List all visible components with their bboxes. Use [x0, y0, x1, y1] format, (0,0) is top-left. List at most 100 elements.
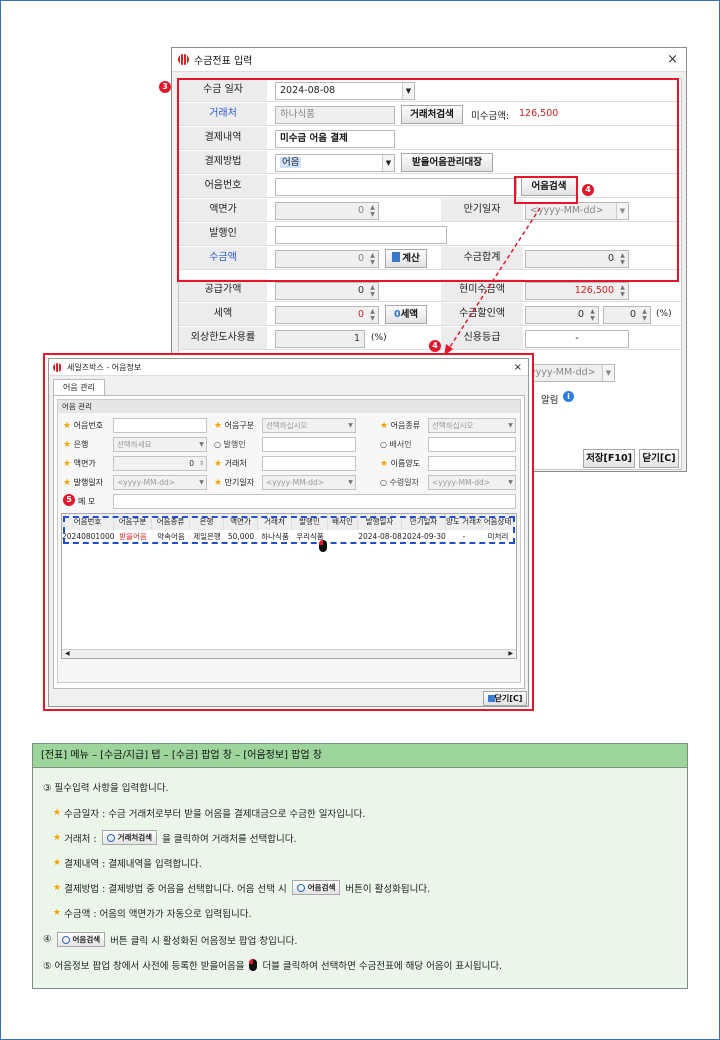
search-icon	[61, 935, 70, 944]
bill-search-btn-text-2: 어음검색	[72, 935, 101, 944]
spinner-icon[interactable]: ▲ ▼	[588, 308, 597, 322]
bill-type-select[interactable]: 선택하십시오 ▼	[262, 418, 356, 433]
close-button[interactable]: 닫기[C]	[639, 449, 679, 468]
bill-grid: 어음번호 어음구분 어음종류 은행 액면가 거래처 발행인 배서인 발행일자 만기일자 양도 거래처…	[61, 513, 517, 659]
issue-date-input[interactable]: <yyyy-MM-dd> ▼	[113, 475, 207, 490]
due-date-label: ★ 만기일자	[214, 475, 254, 490]
info-step-4-text: 버튼 클릭 시 활성화된 어음정보 팝업 창입니다.	[110, 935, 298, 947]
transferee-text: 이름양도	[390, 459, 421, 468]
horizontal-scrollbar[interactable]: ◀ ▶	[62, 649, 516, 658]
step-badge-4: 4	[582, 184, 594, 196]
tax-field[interactable]: 0 ▲ ▼	[275, 306, 379, 324]
spinner-icon[interactable]: ▲ ▼	[368, 308, 377, 322]
bill-kind-select[interactable]: 선택하십시오 ▼	[428, 418, 516, 433]
face-value: 0	[189, 459, 194, 468]
scroll-right-icon[interactable]: ▶	[508, 650, 513, 657]
issuer-input[interactable]	[262, 437, 356, 452]
info-amount-text: 수금액 : 어음의 액면가가 자동으로 입력됩니다.	[64, 909, 252, 920]
chevron-down-icon[interactable]: ▼	[506, 419, 515, 432]
face-input[interactable]: 0 ⇕	[113, 456, 207, 471]
discount-value: 0	[577, 309, 584, 320]
client-text: 거래처	[224, 459, 247, 468]
issuer-text: 발행인	[223, 440, 246, 449]
row-tax: 세액 0 ▲ ▼ 0세액 수금할인액 0 ▲ ▼ 0 ▲ ▼ (%)	[179, 303, 681, 326]
mouse-double-click-icon	[249, 959, 258, 971]
credit-unit: (%)	[371, 333, 387, 343]
app-logo-icon	[53, 362, 62, 372]
supply-field[interactable]: 0 ▲ ▼	[275, 282, 379, 300]
bill-no-label: ★ 어음번호	[63, 418, 103, 433]
receipt-date-label: ○ 수령일자	[380, 478, 419, 487]
mouse-double-click-icon	[319, 540, 327, 552]
chevron-down-icon[interactable]: ▼	[197, 438, 206, 451]
memo-input[interactable]	[113, 494, 516, 509]
spinner-icon[interactable]: ⇕	[197, 457, 206, 470]
popup-close-label: 닫기[C]	[494, 694, 523, 703]
discount-unit: (%)	[656, 309, 672, 319]
info-date-text: 수금일자 : 수금 거래처로부터 받을 어음을 결제대금으로 수금한 일자입니다…	[64, 809, 366, 820]
due-date-input[interactable]: <yyyy-MM-dd> ▼	[262, 475, 356, 490]
star-icon: ★	[63, 440, 72, 450]
bank-label: ★ 은행	[63, 437, 88, 452]
popup-title: 세일즈박스 - 어음정보	[67, 362, 142, 372]
popup-close-button[interactable]: 닫기[C]	[483, 691, 527, 706]
discount-rate-field[interactable]: 0 ▲ ▼	[603, 306, 651, 324]
chevron-down-icon[interactable]: ▼	[346, 476, 355, 489]
chevron-down-icon[interactable]: ▼	[506, 476, 515, 489]
notify-label: 알림	[541, 395, 559, 406]
info-date: ★ 수금일자 : 수금 거래처로부터 받을 어음을 결제대금으로 수금한 일자입…	[53, 806, 365, 820]
info-step-5: ⑤ 어음정보 팝업 창에서 사전에 등록한 받을어음을 더블 클릭하여 선택하면…	[43, 958, 502, 972]
client-label: ★ 거래처	[214, 456, 247, 471]
close-icon[interactable]: ×	[667, 52, 678, 67]
bill-search-button-image: 어음검색	[291, 880, 341, 895]
info-note-text: 결제내역 : 결제내역을 입력합니다.	[64, 859, 202, 870]
required-fields-highlight	[177, 78, 679, 282]
step-badge-5: 5	[63, 494, 75, 506]
app-logo-icon	[178, 54, 189, 65]
supply-value: 0	[357, 285, 364, 296]
row-supply: 공급가액 0 ▲ ▼ 현미수금액 126,500 ▲ ▼	[179, 279, 681, 302]
spinner-icon[interactable]: ▲ ▼	[618, 284, 627, 298]
receipt-date-input[interactable]: <yyyy-MM-dd> ▼	[428, 475, 516, 490]
step-badge-3: 3	[159, 81, 171, 93]
star-icon: ★	[53, 832, 62, 843]
window-title: 수금전표 입력	[194, 56, 253, 67]
issue-date-label: ★ 발행일자	[63, 475, 103, 490]
info-icon[interactable]: i	[563, 391, 574, 402]
popup-title-bar: 세일즈박스 - 어음정보 ×	[49, 359, 528, 376]
endorser-input[interactable]	[428, 437, 516, 452]
credit-field[interactable]: 1	[275, 330, 365, 348]
scroll-left-icon[interactable]: ◀	[65, 650, 70, 657]
bill-no-input[interactable]	[113, 418, 207, 433]
group-box: 어음 관리 ★ 어음번호 ★ 어음구분 선택하십시오 ▼ ★ 어음종류 선택하십시…	[57, 399, 521, 683]
info-step-4: ④ 어음검색 버튼 클릭 시 활성화된 어음정보 팝업 창입니다.	[43, 932, 297, 947]
info-box: [전표] 메뉴 – [수금/지급] 탭 – [수금] 팝업 창 – [어음정보]…	[32, 743, 688, 989]
star-icon: ★	[214, 421, 223, 431]
client-input[interactable]	[262, 456, 356, 471]
search-icon	[296, 883, 305, 892]
info-client-text: 거래처 :	[64, 833, 97, 845]
close-icon[interactable]: ×	[514, 362, 522, 373]
transferee-input[interactable]	[428, 456, 516, 471]
spinner-icon[interactable]: ▲ ▼	[368, 284, 377, 298]
chevron-down-icon[interactable]: ▼	[346, 419, 355, 432]
hidden-date-field[interactable]: yyyy-MM-dd> ▼	[525, 364, 615, 382]
chevron-down-icon[interactable]: ▼	[197, 476, 206, 489]
star-icon: ★	[214, 478, 223, 488]
hidden-date-placeholder: yyyy-MM-dd>	[530, 367, 596, 378]
info-note: ★ 결제내역 : 결제내역을 입력합니다.	[53, 856, 202, 870]
exit-icon	[487, 695, 495, 702]
spinner-icon[interactable]: ▲ ▼	[640, 308, 649, 322]
info-client: ★ 거래처 : 거래처검색 을 클릭하여 거래처를 선택합니다.	[53, 830, 297, 845]
star-icon: ★	[53, 882, 62, 893]
save-button[interactable]: 저장[F10]	[583, 449, 635, 468]
bill-no-text: 어음번호	[73, 421, 104, 430]
unpaid-now-value: 126,500	[574, 285, 614, 296]
bank-select[interactable]: 선택하세요 ▼	[113, 437, 207, 452]
tax-button[interactable]: 0세액	[385, 305, 427, 324]
issuer-label: ○ 발행인	[214, 440, 246, 449]
search-icon	[106, 833, 115, 842]
chevron-down-icon[interactable]: ▼	[602, 365, 614, 381]
tab-bill-management[interactable]: 어음 관리	[53, 379, 105, 395]
bill-search-btn-text: 어음검색	[307, 883, 336, 892]
